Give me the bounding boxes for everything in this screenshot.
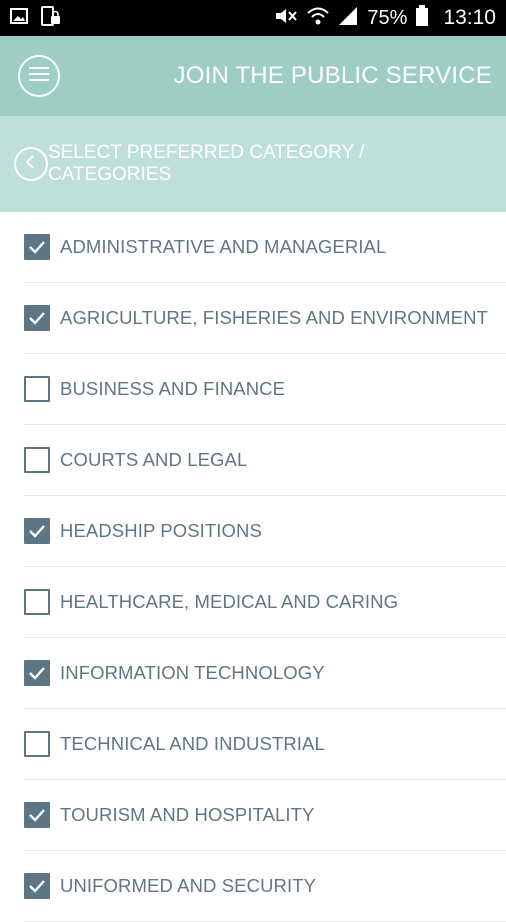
category-label: COURTS AND LEGAL bbox=[60, 449, 248, 470]
wifi-icon bbox=[307, 6, 330, 31]
image-icon bbox=[10, 7, 28, 30]
app-title: JOIN THE PUBLIC SERVICE bbox=[173, 62, 492, 89]
category-item[interactable]: HEADSHIP POSITIONS bbox=[24, 496, 506, 567]
check-icon bbox=[29, 880, 45, 893]
checkbox[interactable] bbox=[24, 234, 50, 260]
checkbox[interactable] bbox=[24, 660, 50, 686]
category-label: HEADSHIP POSITIONS bbox=[60, 520, 262, 541]
category-item[interactable]: INFORMATION TECHNOLOGY bbox=[24, 638, 506, 709]
category-label: UNIFORMED AND SECURITY bbox=[60, 875, 317, 896]
check-icon bbox=[29, 312, 45, 325]
checkbox[interactable] bbox=[24, 589, 50, 615]
category-label: HEALTHCARE, MEDICAL AND CARING bbox=[60, 591, 399, 612]
back-button[interactable] bbox=[14, 147, 48, 181]
category-label: INFORMATION TECHNOLOGY bbox=[60, 662, 325, 683]
clock: 13:10 bbox=[443, 6, 496, 29]
checkbox[interactable] bbox=[24, 873, 50, 899]
category-item[interactable]: BUSINESS AND FINANCE bbox=[24, 354, 506, 425]
category-label: AGRICULTURE, FISHERIES AND ENVIRONMENT bbox=[60, 307, 488, 328]
category-item[interactable]: TECHNICAL AND INDUSTRIAL bbox=[24, 709, 506, 780]
signal-icon bbox=[337, 6, 359, 31]
check-icon bbox=[29, 809, 45, 822]
sub-header: SELECT PREFERRED CATEGORY / CATEGORIES bbox=[0, 116, 506, 212]
checkbox[interactable] bbox=[24, 376, 50, 402]
phone-lock-icon bbox=[40, 5, 62, 31]
status-bar: 75% 13:10 bbox=[0, 0, 506, 36]
check-icon bbox=[29, 667, 45, 680]
status-left bbox=[10, 5, 62, 31]
menu-button[interactable] bbox=[18, 55, 60, 97]
category-label: TECHNICAL AND INDUSTRIAL bbox=[60, 733, 325, 754]
category-item[interactable]: HEALTHCARE, MEDICAL AND CARING bbox=[24, 567, 506, 638]
checkbox[interactable] bbox=[24, 305, 50, 331]
category-item[interactable]: COURTS AND LEGAL bbox=[24, 425, 506, 496]
status-right: 75% 13:10 bbox=[273, 4, 496, 32]
checkbox[interactable] bbox=[24, 802, 50, 828]
battery-icon bbox=[415, 4, 429, 32]
category-item[interactable]: UNIFORMED AND SECURITY bbox=[24, 851, 506, 922]
check-icon bbox=[29, 241, 45, 254]
category-list: ADMINISTRATIVE AND MANAGERIAL AGRICULTUR… bbox=[0, 212, 506, 922]
category-item[interactable]: ADMINISTRATIVE AND MANAGERIAL bbox=[24, 212, 506, 283]
category-item[interactable]: AGRICULTURE, FISHERIES AND ENVIRONMENT bbox=[24, 283, 506, 354]
category-label: TOURISM AND HOSPITALITY bbox=[60, 804, 315, 825]
check-icon bbox=[29, 525, 45, 538]
mute-icon bbox=[273, 6, 299, 31]
app-bar: JOIN THE PUBLIC SERVICE bbox=[0, 36, 506, 116]
category-label: ADMINISTRATIVE AND MANAGERIAL bbox=[60, 236, 387, 257]
category-label: BUSINESS AND FINANCE bbox=[60, 378, 286, 399]
menu-icon bbox=[29, 66, 49, 86]
battery-percent: 75% bbox=[367, 6, 408, 29]
category-item[interactable]: TOURISM AND HOSPITALITY bbox=[24, 780, 506, 851]
checkbox[interactable] bbox=[24, 518, 50, 544]
checkbox[interactable] bbox=[24, 447, 50, 473]
sub-header-title: SELECT PREFERRED CATEGORY / CATEGORIES bbox=[47, 142, 365, 185]
chevron-left-icon bbox=[25, 154, 37, 174]
checkbox[interactable] bbox=[24, 731, 50, 757]
